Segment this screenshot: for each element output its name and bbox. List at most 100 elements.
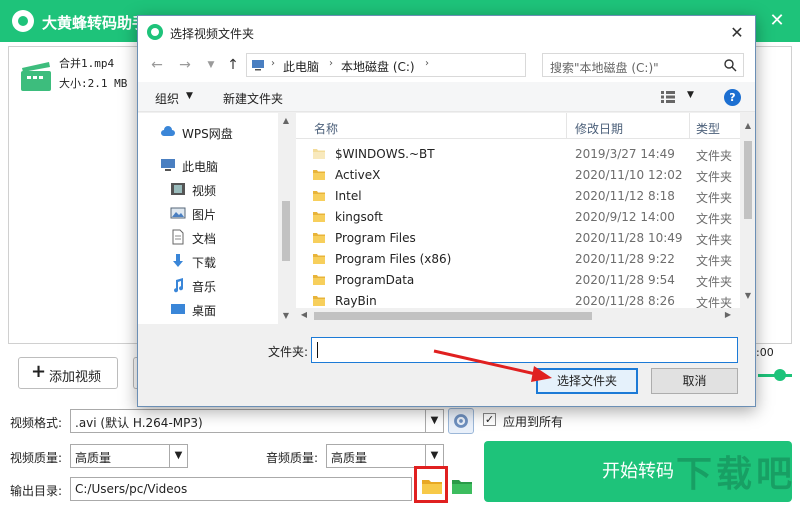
column-name[interactable]: 名称 bbox=[314, 120, 338, 137]
column-type[interactable]: 类型 bbox=[696, 120, 720, 137]
app-title: 大黄蜂转码助手 bbox=[42, 14, 148, 32]
download-icon bbox=[173, 254, 183, 267]
file-pane-vscrollbar[interactable]: ▲ ▼ bbox=[740, 113, 755, 308]
format-settings-button[interactable] bbox=[448, 408, 474, 434]
file-row[interactable]: $WINDOWS.~BT 2019/3/27 14:49 文件夹 bbox=[296, 144, 740, 165]
file-row[interactable]: Program Files 2020/11/28 10:49 文件夹 bbox=[296, 228, 740, 249]
video-icon bbox=[171, 183, 185, 195]
app-logo-icon bbox=[12, 10, 34, 32]
chevron-down-icon[interactable]: ▼ bbox=[186, 91, 193, 101]
file-name: $WINDOWS.~BT bbox=[335, 147, 435, 161]
scrollbar-thumb[interactable] bbox=[314, 312, 592, 320]
folder-icon bbox=[313, 212, 325, 222]
up-arrow-icon[interactable]: ↑ bbox=[224, 55, 242, 75]
nav-item-downloads[interactable]: 下载 bbox=[138, 250, 278, 272]
nav-item-videos[interactable]: 视频 bbox=[138, 178, 278, 200]
nav-item-desktop[interactable]: 桌面 bbox=[138, 298, 278, 320]
file-row[interactable]: kingsoft 2020/9/12 14:00 文件夹 bbox=[296, 207, 740, 228]
file-type: 文件夹 bbox=[696, 275, 733, 289]
audio-quality-value: 高质量 bbox=[331, 451, 368, 465]
scroll-left-icon[interactable]: ◀ bbox=[296, 310, 312, 319]
breadcrumb-local-disk[interactable]: 本地磁盘 (C:) bbox=[341, 58, 415, 75]
file-type: 文件夹 bbox=[696, 233, 733, 247]
file-name: ProgramData bbox=[335, 273, 415, 287]
browse-folder-icon[interactable] bbox=[421, 476, 443, 496]
select-folder-dialog: 选择视频文件夹 ✕ ← → ▼ ↑ › 此电脑 › 本地磁盘 (C:) › ▼ … bbox=[137, 15, 756, 407]
address-bar[interactable]: › 此电脑 › 本地磁盘 (C:) › ▼ ↻ bbox=[246, 53, 626, 77]
chevron-down-icon[interactable]: ▼ bbox=[202, 55, 220, 75]
audio-quality-select[interactable]: 高质量 ▼ bbox=[326, 444, 444, 468]
nav-item-music[interactable]: 音乐 bbox=[138, 274, 278, 296]
folder-name-input[interactable] bbox=[311, 337, 738, 363]
file-type: 文件夹 bbox=[696, 149, 733, 163]
file-date: 2020/11/28 8:26 bbox=[575, 294, 675, 308]
view-options-icon[interactable] bbox=[660, 90, 676, 104]
select-folder-button[interactable]: 选择文件夹 bbox=[536, 368, 638, 394]
scrollbar-thumb[interactable] bbox=[282, 201, 290, 261]
open-folder-icon[interactable] bbox=[451, 476, 473, 496]
format-select[interactable]: .avi (默认 H.264-MP3) ▼ bbox=[70, 409, 444, 433]
nav-item-label: 文档 bbox=[192, 232, 217, 246]
nav-item-this-pc[interactable]: 此电脑 bbox=[138, 154, 278, 176]
output-dir-label: 输出目录: bbox=[10, 484, 63, 498]
file-date: 2020/11/28 10:49 bbox=[575, 231, 683, 245]
breadcrumb-separator: › bbox=[329, 58, 333, 69]
folder-icon bbox=[313, 275, 325, 285]
cancel-button[interactable]: 取消 bbox=[651, 368, 738, 394]
file-row[interactable]: ProgramData 2020/11/28 9:54 文件夹 bbox=[296, 270, 740, 291]
breadcrumb-separator: › bbox=[271, 58, 275, 69]
nav-item-label: 音乐 bbox=[192, 280, 217, 294]
file-date: 2020/11/10 12:02 bbox=[575, 168, 683, 182]
file-row[interactable]: ActiveX 2020/11/10 12:02 文件夹 bbox=[296, 165, 740, 186]
file-name: RayBin bbox=[335, 294, 377, 308]
navigation-pane[interactable]: WPS网盘 此电脑 视频 图片 文档 下载 音乐 桌面 bbox=[138, 113, 294, 324]
file-name: Program Files bbox=[335, 231, 416, 245]
close-icon[interactable]: ✕ bbox=[726, 22, 748, 44]
output-dir-field[interactable]: C:/Users/pc/Videos bbox=[70, 477, 412, 501]
scroll-down-icon[interactable]: ▼ bbox=[740, 291, 755, 300]
file-pane-hscrollbar[interactable]: ◀ ▶ bbox=[296, 308, 755, 324]
file-name: Intel bbox=[335, 189, 362, 203]
column-divider[interactable] bbox=[689, 113, 690, 139]
pictures-icon bbox=[170, 207, 186, 219]
column-divider[interactable] bbox=[566, 113, 567, 139]
back-arrow-icon[interactable]: ← bbox=[148, 55, 166, 75]
nav-item-pictures[interactable]: 图片 bbox=[138, 202, 278, 224]
chevron-down-icon[interactable]: ▼ bbox=[687, 90, 694, 100]
file-list-pane[interactable]: 名称 修改日期 类型 $WINDOWS.~BT 2019/3/27 14:49 文件… bbox=[296, 113, 755, 324]
scroll-right-icon[interactable]: ▶ bbox=[720, 310, 736, 319]
column-date[interactable]: 修改日期 bbox=[575, 120, 623, 137]
help-icon[interactable]: ? bbox=[724, 89, 741, 106]
file-date: 2020/9/12 14:00 bbox=[575, 210, 675, 224]
search-input[interactable]: 搜索"本地磁盘 (C:)" bbox=[542, 53, 744, 77]
close-icon[interactable]: ✕ bbox=[764, 8, 790, 34]
dialog-app-icon bbox=[147, 24, 163, 40]
file-date: 2020/11/28 9:54 bbox=[575, 273, 675, 287]
new-folder-button[interactable]: 新建文件夹 bbox=[223, 90, 283, 107]
breadcrumb-this-pc[interactable]: 此电脑 bbox=[283, 58, 319, 75]
file-row[interactable]: Program Files (x86) 2020/11/28 9:22 文件夹 bbox=[296, 249, 740, 270]
preview-progress-handle[interactable] bbox=[774, 369, 786, 381]
gear-icon bbox=[454, 414, 468, 428]
file-name: kingsoft bbox=[335, 210, 383, 224]
scrollbar-thumb[interactable] bbox=[744, 141, 752, 219]
text-caret bbox=[317, 342, 318, 358]
computer-icon bbox=[161, 159, 175, 171]
apply-all-checkbox[interactable]: ✓ bbox=[483, 413, 496, 426]
video-quality-select[interactable]: 高质量 ▼ bbox=[70, 444, 188, 468]
computer-icon bbox=[252, 60, 264, 71]
add-video-button[interactable]: + 添加视频 bbox=[18, 357, 118, 389]
nav-item-wps-cloud[interactable]: WPS网盘 bbox=[138, 121, 278, 143]
file-row[interactable]: Intel 2020/11/12 8:18 文件夹 bbox=[296, 186, 740, 207]
forward-arrow-icon[interactable]: → bbox=[176, 55, 194, 75]
nav-pane-scrollbar[interactable]: ▲ ▼ bbox=[278, 113, 294, 324]
organize-menu[interactable]: 组织 bbox=[155, 90, 179, 107]
nav-item-documents[interactable]: 文档 bbox=[138, 226, 278, 248]
scroll-down-icon[interactable]: ▼ bbox=[278, 311, 294, 320]
video-quality-label: 视频质量: bbox=[10, 451, 63, 465]
chevron-down-icon: ▼ bbox=[425, 445, 443, 467]
scroll-up-icon[interactable]: ▲ bbox=[740, 121, 755, 130]
dialog-title: 选择视频文件夹 bbox=[170, 27, 255, 41]
plus-icon: + bbox=[31, 361, 47, 382]
scroll-up-icon[interactable]: ▲ bbox=[278, 116, 294, 125]
